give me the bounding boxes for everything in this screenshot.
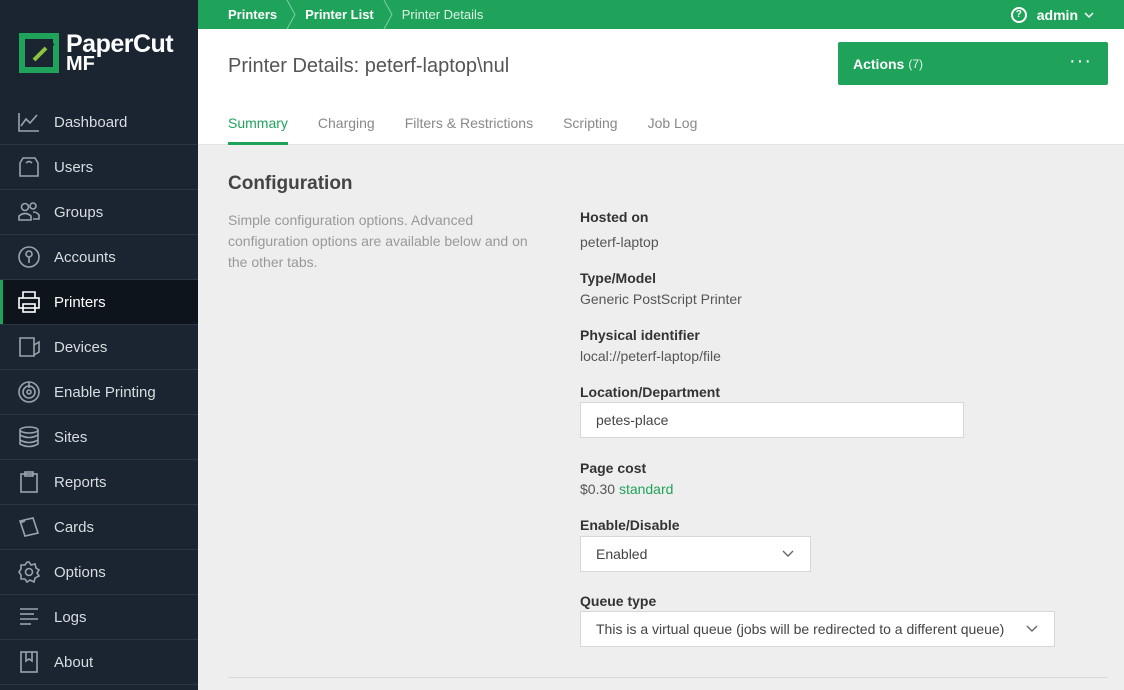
user-name: admin xyxy=(1036,6,1078,23)
sidebar-item-accounts[interactable]: Accounts xyxy=(0,235,198,280)
device-icon xyxy=(16,334,42,360)
sidebar-item-groups[interactable]: Groups xyxy=(0,190,198,235)
printer-icon xyxy=(16,289,42,315)
sidebar-item-logs[interactable]: Logs xyxy=(0,595,198,640)
sidebar-item-cards[interactable]: Cards xyxy=(0,505,198,550)
sidebar-item-label: Printers xyxy=(54,293,106,311)
sidebar-item-label: Reports xyxy=(54,473,107,491)
tab-job-log[interactable]: Job Log xyxy=(648,113,698,145)
sidebar-item-label: Enable Printing xyxy=(54,383,156,401)
key-icon xyxy=(16,244,42,270)
gear-icon xyxy=(16,559,42,585)
sidebar-item-label: Options xyxy=(54,563,106,581)
tab-bar: Summary Charging Filters & Restrictions … xyxy=(228,113,727,145)
sidebar-item-enable-printing[interactable]: Enable Printing xyxy=(0,370,198,415)
sidebar-item-label: Users xyxy=(54,158,94,176)
breadcrumb-printer-details: Printer Details xyxy=(401,7,484,22)
sidebar-item-label: Logs xyxy=(54,608,87,626)
chart-line-icon xyxy=(16,109,42,135)
chevron-down-icon xyxy=(1026,625,1038,632)
sidebar: PaperCut MF Dashboard Users Groups Accou… xyxy=(0,0,198,690)
hosted-on-value: peterf-laptop xyxy=(580,234,659,250)
breadcrumb: Printers Printer List Printer Details xyxy=(228,0,483,29)
physical-identifier-label: Physical identifier xyxy=(580,327,700,343)
sidebar-item-label: Groups xyxy=(54,203,104,221)
page-cost-value: $0.30 xyxy=(580,481,616,497)
enable-disable-select[interactable]: Enabled xyxy=(580,536,811,572)
enable-disable-value: Enabled xyxy=(596,546,648,562)
chevron-down-icon xyxy=(1084,11,1094,18)
queue-type-label: Queue type xyxy=(580,593,657,609)
location-label: Location/Department xyxy=(580,384,721,400)
logo-edition: MF xyxy=(66,53,95,75)
sidebar-nav: Dashboard Users Groups Accounts Printers xyxy=(0,100,198,685)
breadcrumb-separator-icon xyxy=(383,0,393,29)
database-icon xyxy=(16,424,42,450)
breadcrumb-printer-list[interactable]: Printer List xyxy=(305,7,374,22)
location-input-value: petes-place xyxy=(596,412,669,428)
more-icon: ··· xyxy=(1069,50,1092,72)
sidebar-item-sites[interactable]: Sites xyxy=(0,415,198,460)
sidebar-item-label: Devices xyxy=(54,338,108,356)
sidebar-item-users[interactable]: Users xyxy=(0,145,198,190)
page-cost-value-wrap: $0.30 standard xyxy=(580,481,673,497)
help-icon[interactable]: ? xyxy=(1010,6,1027,23)
user-menu[interactable]: ? admin xyxy=(1010,0,1094,29)
tab-scripting[interactable]: Scripting xyxy=(563,113,617,145)
cards-icon xyxy=(16,514,42,540)
location-input[interactable]: petes-place xyxy=(580,402,964,438)
type-model-label: Type/Model xyxy=(580,270,656,286)
sidebar-item-dashboard[interactable]: Dashboard xyxy=(0,100,198,145)
page-cost-label: Page cost xyxy=(580,460,647,476)
tab-summary[interactable]: Summary xyxy=(228,113,288,145)
queue-type-value: This is a virtual queue (jobs will be re… xyxy=(596,621,1005,637)
breadcrumb-separator-icon xyxy=(286,0,296,29)
tab-charging[interactable]: Charging xyxy=(318,113,375,145)
section-divider xyxy=(228,677,1108,678)
target-icon xyxy=(16,379,42,405)
sidebar-item-options[interactable]: Options xyxy=(0,550,198,595)
user-icon xyxy=(16,154,42,180)
page-cost-link[interactable]: standard xyxy=(619,481,673,497)
page-title: Printer Details: peterf-laptop\nul xyxy=(228,55,510,77)
sidebar-item-label: About xyxy=(54,653,94,671)
list-icon xyxy=(16,604,42,630)
section-title: Configuration xyxy=(228,173,353,194)
sidebar-item-label: Accounts xyxy=(54,248,116,266)
queue-type-select[interactable]: This is a virtual queue (jobs will be re… xyxy=(580,611,1055,647)
section-description: Simple configuration options. Advanced c… xyxy=(228,212,528,270)
hosted-on-label: Hosted on xyxy=(580,209,649,225)
actions-button[interactable]: Actions (7) ··· xyxy=(838,42,1108,85)
sidebar-item-devices[interactable]: Devices xyxy=(0,325,198,370)
type-model-value: Generic PostScript Printer xyxy=(580,291,742,307)
bookmark-icon xyxy=(16,649,42,675)
actions-label: Actions xyxy=(853,55,905,72)
users-icon xyxy=(16,199,42,225)
sidebar-item-label: Cards xyxy=(54,518,95,536)
enable-disable-label: Enable/Disable xyxy=(580,517,680,533)
page-header: Printer Details: peterf-laptop\nul Actio… xyxy=(198,29,1124,145)
papercut-logo[interactable]: PaperCut MF xyxy=(18,30,188,78)
top-bar: Printers Printer List Printer Details ? … xyxy=(198,0,1124,29)
sidebar-item-printers[interactable]: Printers xyxy=(0,280,198,325)
breadcrumb-printers[interactable]: Printers xyxy=(228,7,277,22)
clipboard-icon xyxy=(16,469,42,495)
sidebar-item-about[interactable]: About xyxy=(0,640,198,685)
sidebar-item-reports[interactable]: Reports xyxy=(0,460,198,505)
sidebar-item-label: Sites xyxy=(54,428,88,446)
sidebar-item-label: Dashboard xyxy=(54,113,128,131)
papercut-logo-icon xyxy=(19,33,59,73)
actions-count: (7) xyxy=(908,56,924,71)
main-content: Configuration Simple configuration optio… xyxy=(198,145,1124,690)
tab-filters-restrictions[interactable]: Filters & Restrictions xyxy=(405,113,533,145)
physical-identifier-value: local://peterf-laptop/file xyxy=(580,348,721,364)
chevron-down-icon xyxy=(782,550,794,557)
